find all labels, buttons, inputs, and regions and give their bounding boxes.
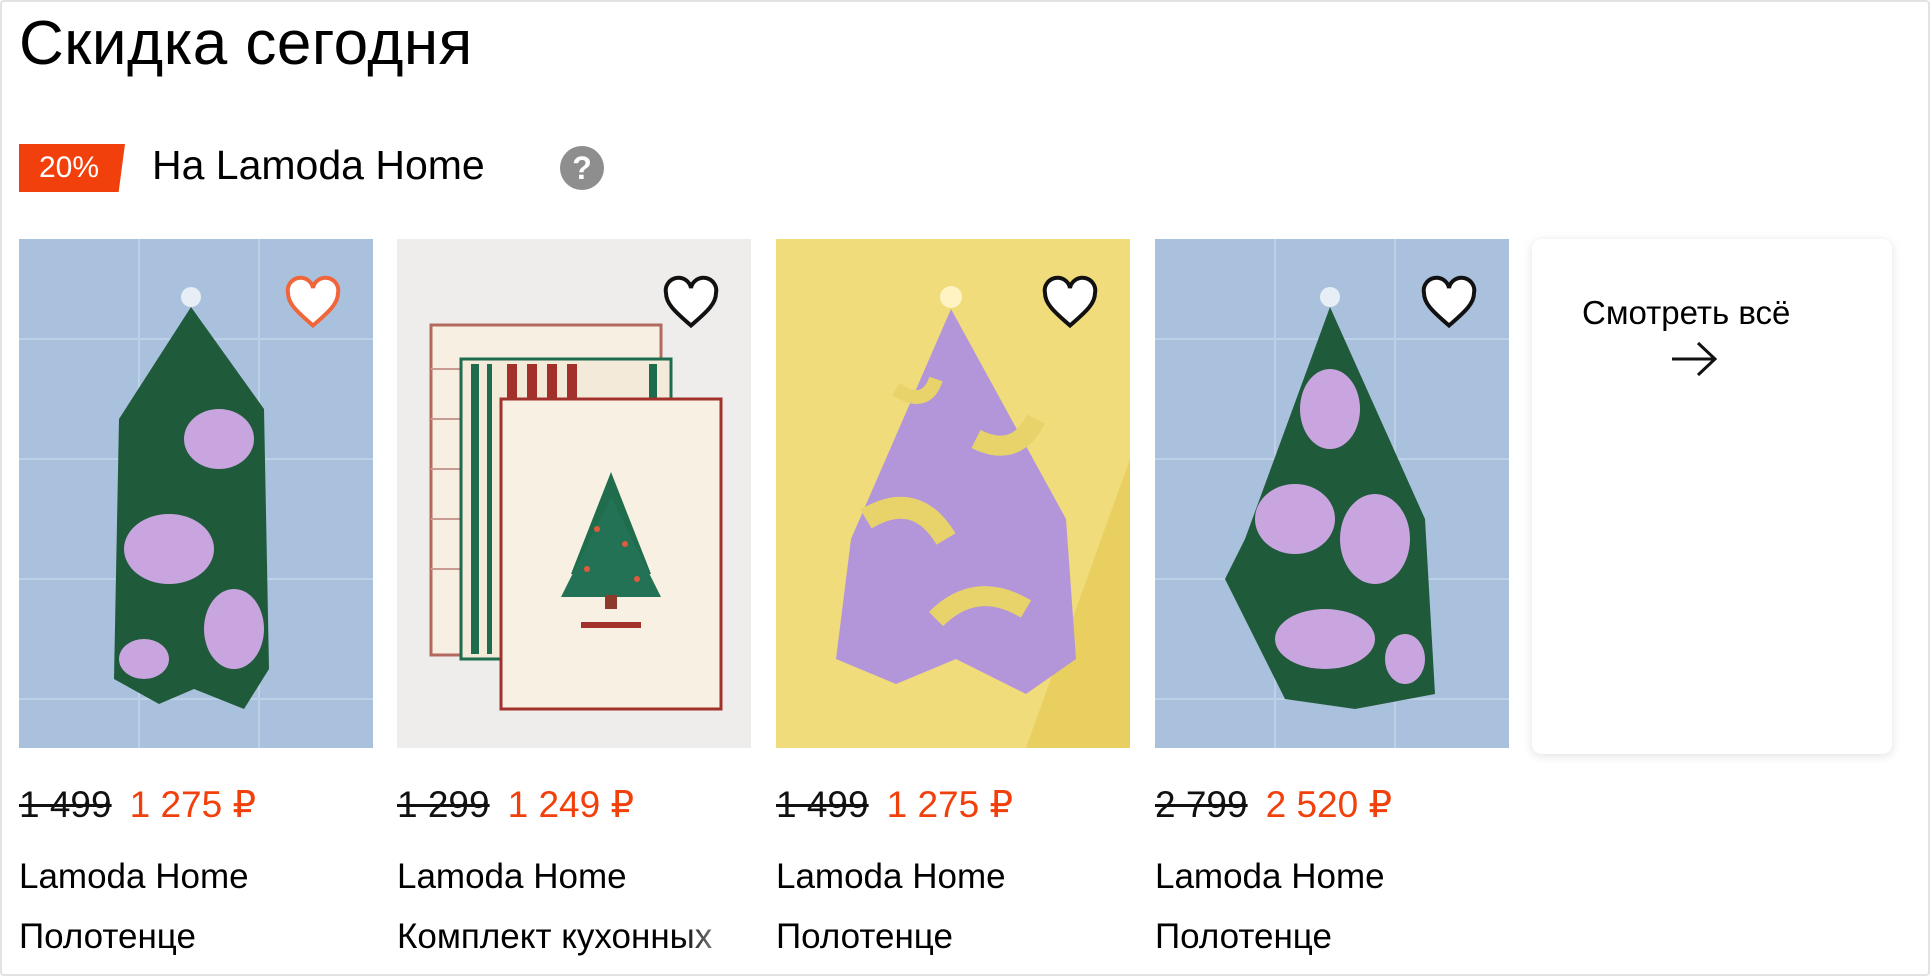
- question-icon[interactable]: ?: [560, 146, 604, 190]
- arrow-right-icon[interactable]: [1670, 339, 1720, 379]
- heart-icon[interactable]: [1040, 275, 1100, 331]
- product-name[interactable]: Комплект кухонных: [397, 917, 751, 957]
- product-brand[interactable]: Lamoda Home: [397, 857, 627, 897]
- discount-badge: 20%: [19, 144, 125, 192]
- promo-label: На Lamoda Home: [152, 142, 485, 188]
- old-price: 2 799: [1155, 784, 1248, 825]
- product-card[interactable]: 1 499 1 275 ₽ Lamoda Home Полотенце: [19, 239, 373, 956]
- product-image[interactable]: [1155, 239, 1509, 748]
- product-brand[interactable]: Lamoda Home: [776, 857, 1006, 897]
- old-price: 1 499: [776, 784, 869, 825]
- old-price: 1 299: [397, 784, 490, 825]
- see-all-label[interactable]: Смотреть всё: [1582, 289, 1802, 337]
- price-block: 2 799 2 520 ₽: [1155, 783, 1392, 826]
- new-price: 1 275 ₽: [886, 784, 1014, 825]
- product-card[interactable]: 1 299 1 249 ₽ Lamoda Home Комплект кухонн…: [397, 239, 751, 956]
- heart-icon[interactable]: [283, 275, 343, 331]
- product-card[interactable]: 1 499 1 275 ₽ Lamoda Home Полотенце: [776, 239, 1130, 956]
- product-brand[interactable]: Lamoda Home: [19, 857, 249, 897]
- product-name[interactable]: Полотенце: [19, 917, 373, 957]
- new-price: 2 520 ₽: [1265, 784, 1393, 825]
- product-name[interactable]: Полотенце: [1155, 917, 1509, 957]
- price-block: 1 499 1 275 ₽: [19, 783, 256, 826]
- product-card[interactable]: 2 799 2 520 ₽ Lamoda Home Полотенце: [1155, 239, 1509, 956]
- product-brand[interactable]: Lamoda Home: [1155, 857, 1385, 897]
- price-block: 1 499 1 275 ₽: [776, 783, 1013, 826]
- heart-icon[interactable]: [1419, 275, 1479, 331]
- product-image[interactable]: [397, 239, 751, 748]
- product-name[interactable]: Полотенце: [776, 917, 1130, 957]
- new-price: 1 275 ₽: [129, 784, 257, 825]
- product-image[interactable]: [19, 239, 373, 748]
- section-title: Скидка сегодня: [19, 9, 473, 78]
- new-price: 1 249 ₽: [507, 784, 635, 825]
- product-image[interactable]: [776, 239, 1130, 748]
- old-price: 1 499: [19, 784, 112, 825]
- see-all-card[interactable]: Смотреть всё: [1532, 239, 1892, 754]
- price-block: 1 299 1 249 ₽: [397, 783, 634, 826]
- heart-icon[interactable]: [661, 275, 721, 331]
